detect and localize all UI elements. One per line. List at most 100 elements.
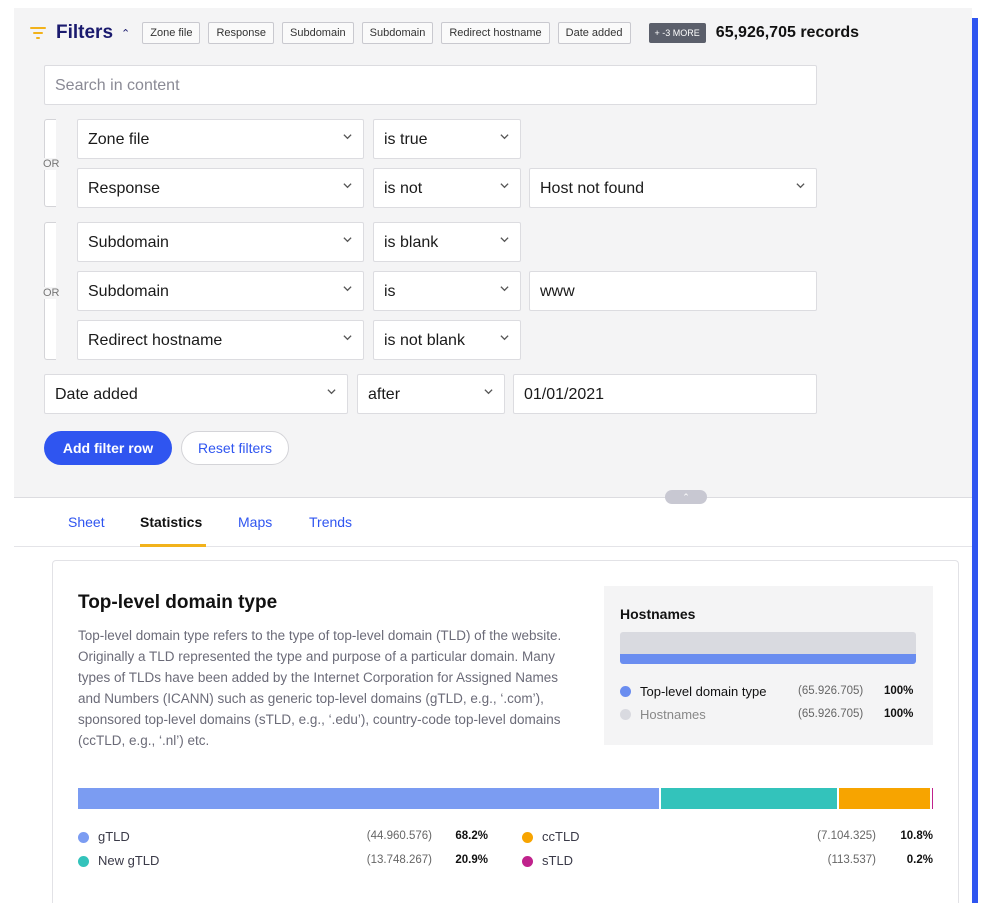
reset-filters-button[interactable]: Reset filters (181, 431, 289, 465)
filter-chip[interactable]: Date added (557, 22, 631, 44)
bar-segment-cctld (839, 788, 932, 809)
date-input[interactable]: 01/01/2021 (513, 374, 817, 414)
field-select-value: Subdomain (88, 234, 169, 251)
chevron-down-icon (343, 132, 352, 140)
or-label: OR (43, 158, 60, 170)
legend-pct: 68.2% (455, 830, 488, 842)
legend-label: ccTLD (542, 829, 580, 844)
operator-select[interactable]: is not blank (373, 320, 521, 360)
operator-select-value: is not blank (384, 332, 465, 349)
hostnames-row-pct: 100% (884, 685, 914, 697)
legend-item: New gTLD (13.748.267) 20.9% (78, 853, 498, 871)
operator-select[interactable]: after (357, 374, 505, 414)
legend-count: (13.748.267) (366, 854, 432, 866)
operator-select-value: is true (384, 131, 428, 148)
scroll-indicator[interactable] (972, 18, 978, 903)
bar-segment-stld (931, 788, 933, 809)
filters-title[interactable]: Filters (56, 22, 113, 44)
field-select-value: Redirect hostname (88, 332, 223, 349)
hostnames-bar-tld (620, 654, 916, 664)
chevron-down-icon (484, 387, 493, 395)
hostnames-row-label: Top-level domain type (640, 684, 767, 699)
chevron-down-icon (500, 181, 509, 189)
legend-dot (78, 856, 89, 867)
legend-dot (78, 832, 89, 843)
more-filters-badge[interactable]: + -3 MORE (648, 23, 706, 43)
tab-statistics[interactable]: Statistics (140, 514, 202, 530)
filter-chip[interactable]: Redirect hostname (441, 22, 550, 44)
operator-select-value: is (384, 283, 396, 300)
field-select[interactable]: Subdomain (77, 271, 364, 311)
operator-select[interactable]: is not (373, 168, 521, 208)
field-select-value: Zone file (88, 131, 150, 148)
tab-maps[interactable]: Maps (238, 514, 272, 530)
hostnames-row-label: Hostnames (640, 707, 706, 722)
hostnames-row-count: (65.926.705) (798, 685, 864, 697)
tab-sheet[interactable]: Sheet (68, 514, 105, 530)
filter-chip[interactable]: Response (208, 22, 274, 44)
chevron-down-icon (343, 284, 352, 292)
legend-dot (522, 856, 533, 867)
divider (14, 497, 972, 498)
card-title: Top-level domain type (78, 592, 278, 613)
legend-count: (44.960.576) (366, 830, 432, 842)
field-select[interactable]: Zone file (77, 119, 364, 159)
tab-bar: Sheet Statistics Maps Trends (14, 510, 972, 547)
filters-header: Filters ⌃ Zone file Response Subdomain S… (30, 18, 859, 48)
value-input[interactable]: www (529, 271, 817, 311)
bar-segment-new-gtld (661, 788, 840, 809)
operator-select-value: is blank (384, 234, 439, 251)
legend-pct: 10.8% (900, 830, 933, 842)
legend-item: ccTLD (7.104.325) 10.8% (522, 829, 942, 847)
add-filter-row-button[interactable]: Add filter row (44, 431, 172, 465)
page: Filters ⌃ Zone file Response Subdomain S… (0, 0, 984, 903)
legend-label: sTLD (542, 853, 574, 868)
field-select[interactable]: Date added (44, 374, 348, 414)
field-select[interactable]: Subdomain (77, 222, 364, 262)
filter-chip[interactable]: Subdomain (361, 22, 434, 44)
value-select-value: Host not found (540, 180, 645, 197)
filter-icon (30, 26, 46, 40)
chevron-down-icon (343, 333, 352, 341)
chevron-down-icon (500, 333, 509, 341)
operator-select[interactable]: is true (373, 119, 521, 159)
chevron-down-icon (500, 132, 509, 140)
legend-count: (7.104.325) (817, 830, 876, 842)
legend-item: sTLD (113.537) 0.2% (522, 853, 942, 871)
chevron-down-icon (343, 235, 352, 243)
hostnames-title: Hostnames (620, 606, 696, 622)
legend-pct: 0.2% (906, 854, 933, 866)
tld-stacked-bar (78, 788, 933, 809)
field-select[interactable]: Redirect hostname (77, 320, 364, 360)
tab-trends[interactable]: Trends (309, 514, 352, 530)
legend-dot (620, 709, 631, 720)
hostnames-row: Hostnames (65.926.705) 100% (620, 706, 920, 724)
filter-chip[interactable]: Subdomain (282, 22, 354, 44)
legend-label: New gTLD (98, 853, 160, 868)
legend-count: (113.537) (827, 854, 876, 866)
operator-select-value: after (368, 386, 401, 403)
field-select[interactable]: Response (77, 168, 364, 208)
card-description: Top-level domain type refers to the type… (78, 628, 562, 748)
operator-select[interactable]: is blank (373, 222, 521, 262)
field-select-value: Subdomain (88, 283, 169, 300)
search-input[interactable]: Search in content (44, 65, 817, 105)
field-select-value: Response (88, 180, 161, 197)
value-select[interactable]: Host not found (529, 168, 817, 208)
operator-select[interactable]: is (373, 271, 521, 311)
chevron-down-icon (500, 284, 509, 292)
legend-dot (620, 686, 631, 697)
active-tab-indicator (140, 544, 206, 547)
or-label: OR (43, 287, 60, 299)
filter-chip[interactable]: Zone file (142, 22, 201, 44)
records-count: 65,926,705 records (715, 24, 860, 41)
chevron-up-icon[interactable]: ⌃ (121, 27, 130, 40)
collapse-handle[interactable]: ⌃ (665, 490, 707, 504)
chevron-down-icon (796, 181, 805, 189)
hostnames-row: Top-level domain type (65.926.705) 100% (620, 683, 920, 701)
chevron-down-icon (343, 181, 352, 189)
legend-label: gTLD (98, 829, 130, 844)
legend-pct: 20.9% (455, 854, 488, 866)
legend-item: gTLD (44.960.576) 68.2% (78, 829, 498, 847)
chevron-down-icon (500, 235, 509, 243)
